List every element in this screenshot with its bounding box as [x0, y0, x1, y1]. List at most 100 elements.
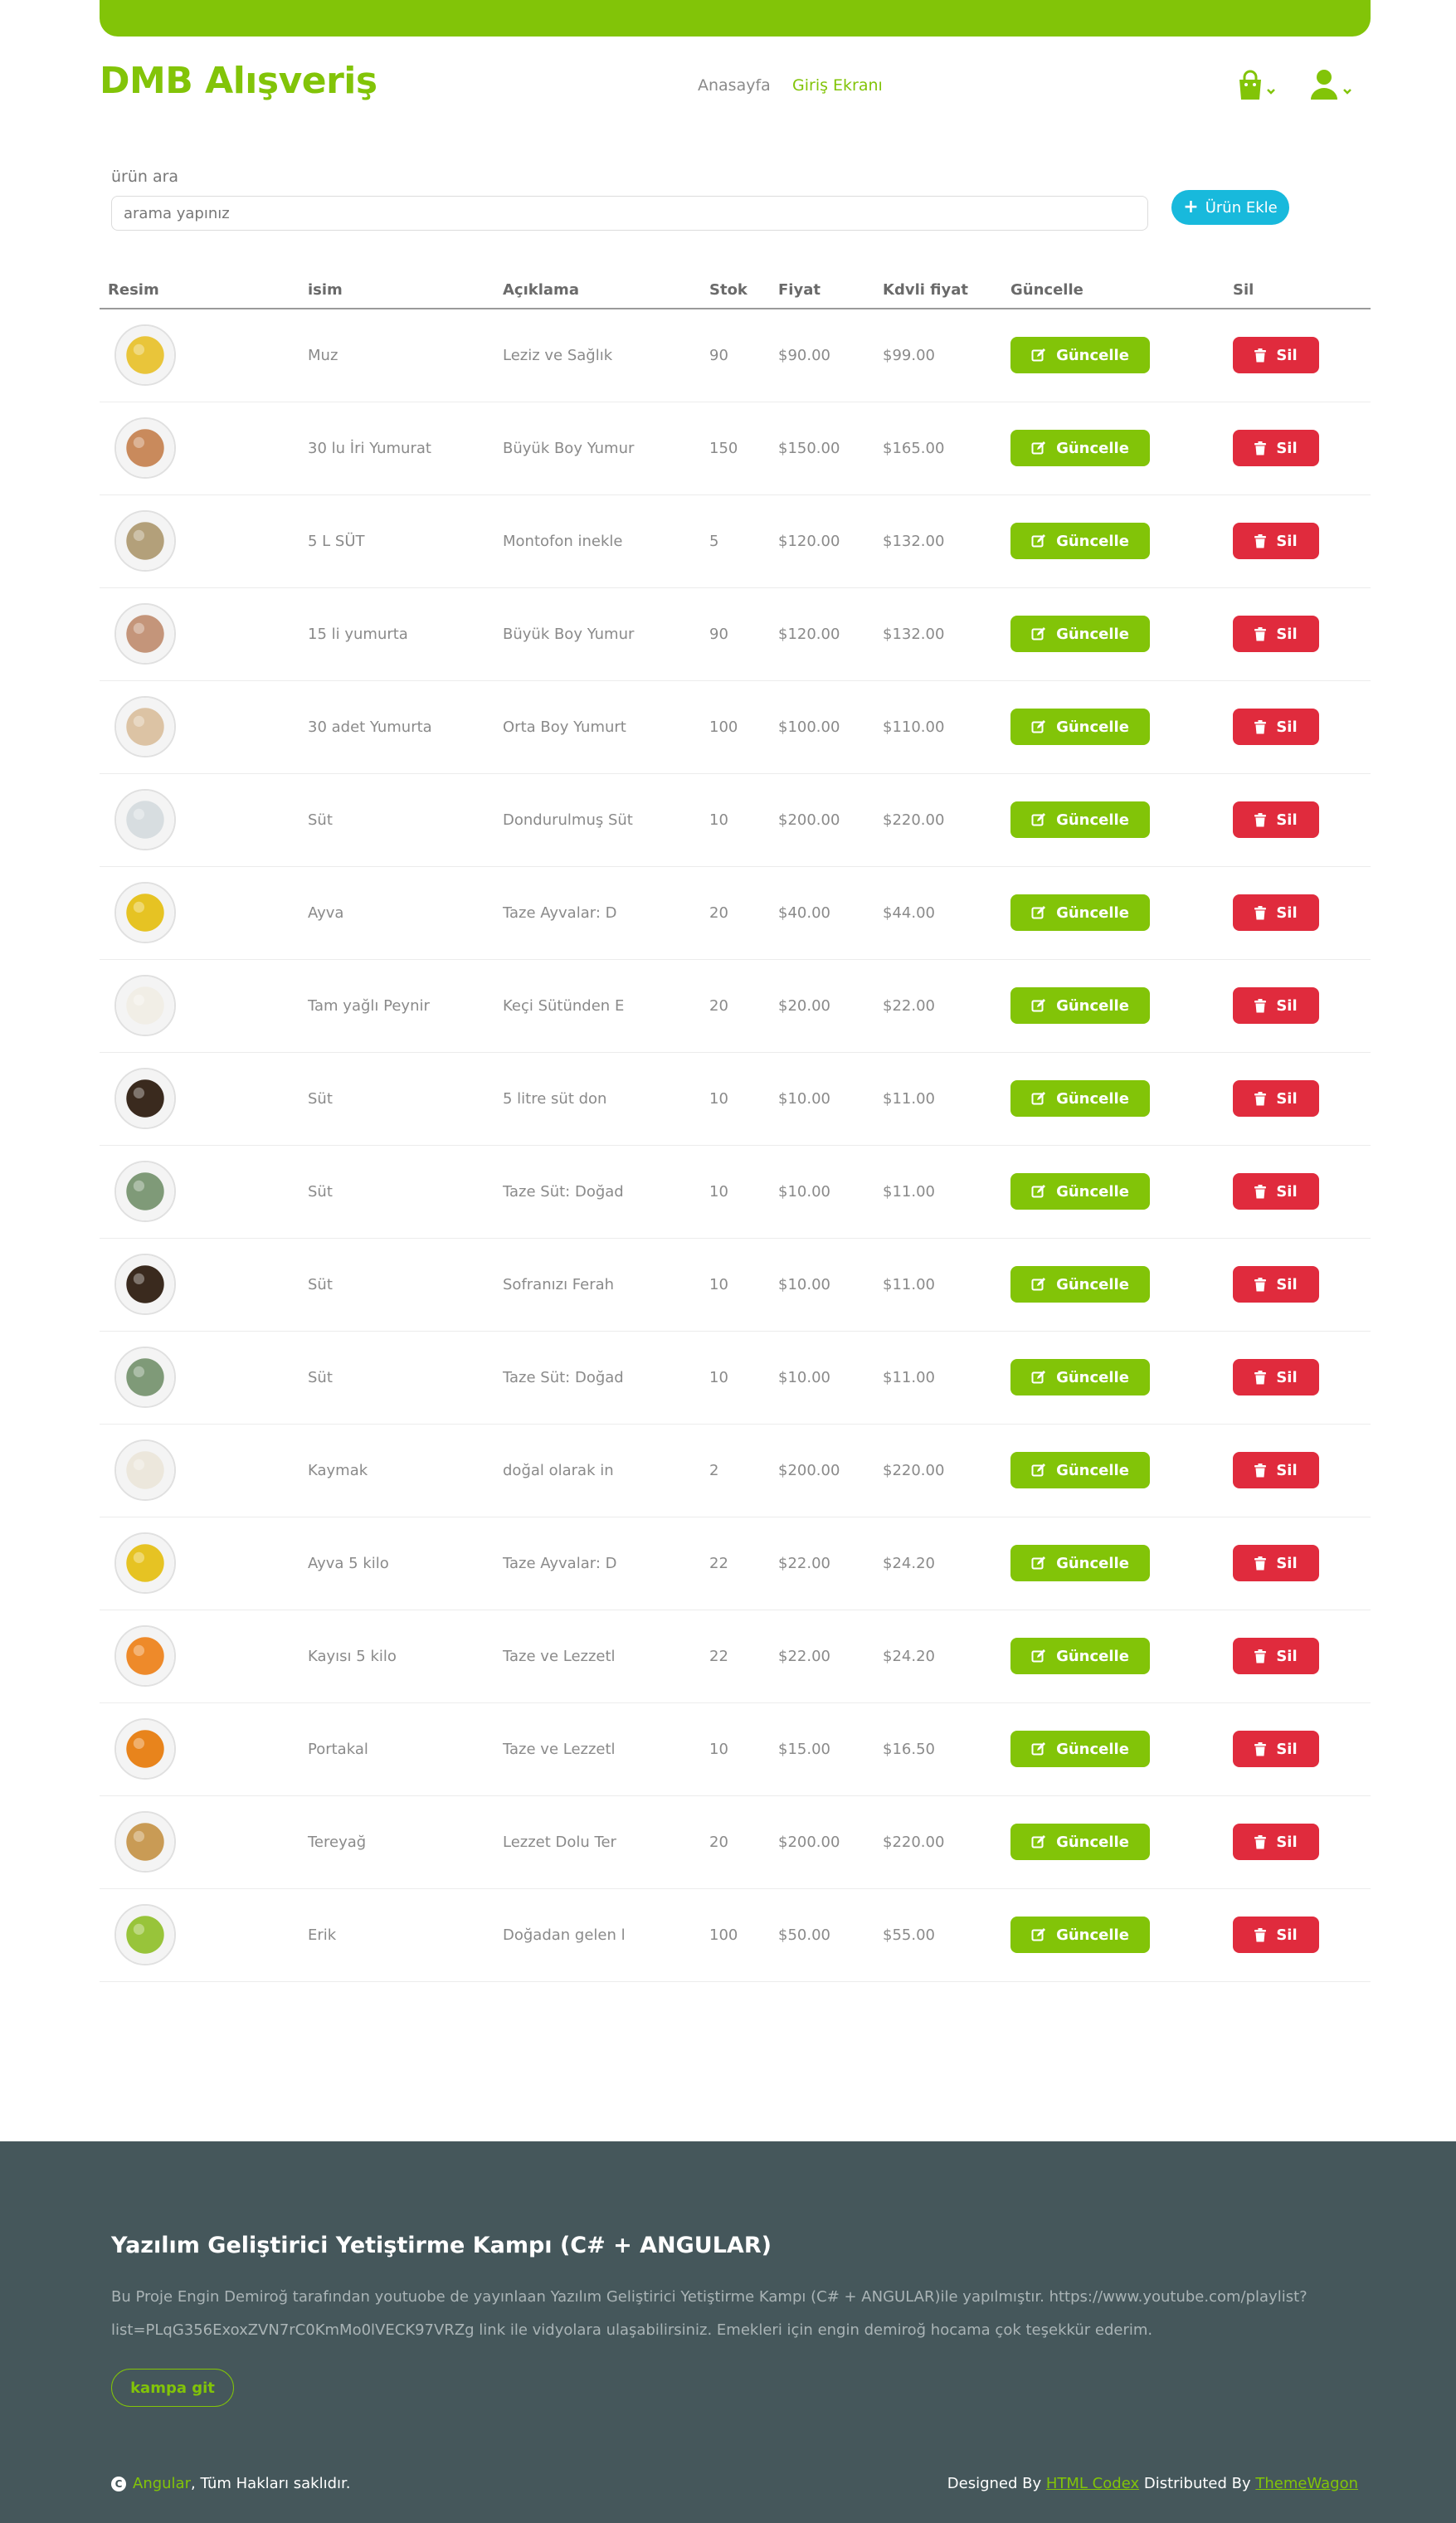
delete-label: Sil — [1276, 532, 1298, 550]
delete-button[interactable]: Sil — [1233, 430, 1319, 466]
product-vat-price: $55.00 — [874, 1888, 1002, 1982]
delete-cell: Sil — [1225, 1795, 1371, 1889]
product-price: $200.00 — [770, 773, 874, 867]
image-cell — [100, 1424, 299, 1517]
delete-button[interactable]: Sil — [1233, 894, 1319, 931]
delete-button[interactable]: Sil — [1233, 1545, 1319, 1581]
trash-icon — [1254, 905, 1267, 919]
delete-label: Sil — [1276, 718, 1298, 736]
product-vat-price: $132.00 — [874, 494, 1002, 588]
product-vat-price: $44.00 — [874, 866, 1002, 960]
update-button[interactable]: Güncelle — [1010, 1824, 1150, 1860]
delete-button[interactable]: Sil — [1233, 1638, 1319, 1674]
product-vat-price: $165.00 — [874, 402, 1002, 495]
footer: Yazılım Geliştirici Yetiştirme Kampı (C#… — [0, 2141, 1456, 2523]
trash-icon — [1254, 719, 1267, 733]
credits: Designed By HTML Codex Distributed By Th… — [947, 2475, 1358, 2492]
table-row: Kaymak doğal olarak in 2 $200.00 $220.00 Günc… — [100, 1424, 1371, 1517]
edit-icon — [1031, 999, 1046, 1012]
user-dropdown[interactable] — [1306, 66, 1356, 105]
update-button[interactable]: Güncelle — [1010, 801, 1150, 838]
update-button[interactable]: Güncelle — [1010, 616, 1150, 652]
image-cell — [100, 402, 299, 495]
delete-button[interactable]: Sil — [1233, 1917, 1319, 1953]
delete-button[interactable]: Sil — [1233, 1731, 1319, 1767]
designer-link[interactable]: HTML Codex — [1046, 2475, 1139, 2492]
delete-cell: Sil — [1225, 1610, 1371, 1703]
table-row: Süt 5 litre süt don 10 $10.00 $11.00 Güncelle… — [100, 1052, 1371, 1146]
delete-button[interactable]: Sil — [1233, 523, 1319, 559]
update-button[interactable]: Güncelle — [1010, 430, 1150, 466]
trash-icon — [1254, 1741, 1267, 1756]
update-cell: Güncelle — [1002, 1517, 1225, 1610]
delete-button[interactable]: Sil — [1233, 1266, 1319, 1303]
product-name: Muz — [299, 309, 494, 402]
delete-button[interactable]: Sil — [1233, 1824, 1319, 1860]
product-stock: 100 — [701, 680, 770, 774]
product-description: Dondurulmuş Süt — [494, 773, 701, 867]
table-row: 30 lu İri Yumurat Büyük Boy Yumur 150 $150.… — [100, 402, 1371, 495]
delete-button[interactable]: Sil — [1233, 1452, 1319, 1488]
delete-button[interactable]: Sil — [1233, 616, 1319, 652]
edit-icon — [1031, 348, 1046, 362]
edit-icon — [1031, 534, 1046, 548]
product-price: $22.00 — [770, 1517, 874, 1610]
update-label: Güncelle — [1056, 1461, 1129, 1479]
delete-button[interactable]: Sil — [1233, 801, 1319, 838]
update-button[interactable]: Güncelle — [1010, 1452, 1150, 1488]
brand-logo[interactable]: DMB Alışveriş — [100, 60, 377, 102]
update-button[interactable]: Güncelle — [1010, 337, 1150, 374]
trash-icon — [1254, 1091, 1267, 1105]
delete-button[interactable]: Sil — [1233, 337, 1319, 374]
product-image — [114, 1439, 176, 1501]
cart-dropdown[interactable] — [1231, 66, 1281, 105]
update-button[interactable]: Güncelle — [1010, 1731, 1150, 1767]
edit-icon — [1031, 627, 1046, 640]
table-row: Süt Dondurulmuş Süt 10 $200.00 $220.00 Güncel… — [100, 773, 1371, 867]
delete-button[interactable]: Sil — [1233, 987, 1319, 1024]
product-name: 15 li yumurta — [299, 587, 494, 681]
search-input[interactable] — [111, 196, 1148, 231]
copyright-link[interactable]: Angular — [133, 2475, 191, 2492]
search-label: ürün ara — [111, 168, 179, 186]
product-price: $90.00 — [770, 309, 874, 402]
update-button[interactable]: Güncelle — [1010, 1080, 1150, 1117]
trash-icon — [1254, 441, 1267, 455]
footer-title: Yazılım Geliştirici Yetiştirme Kampı (C#… — [111, 2233, 772, 2258]
delete-cell: Sil — [1225, 1145, 1371, 1239]
product-stock: 22 — [701, 1610, 770, 1703]
update-cell: Güncelle — [1002, 959, 1225, 1053]
update-button[interactable]: Güncelle — [1010, 1917, 1150, 1953]
update-button[interactable]: Güncelle — [1010, 709, 1150, 745]
update-label: Güncelle — [1056, 1089, 1129, 1108]
update-button[interactable]: Güncelle — [1010, 894, 1150, 931]
delete-button[interactable]: Sil — [1233, 1359, 1319, 1395]
update-button[interactable]: Güncelle — [1010, 1545, 1150, 1581]
camp-link-button[interactable]: kampa git — [111, 2369, 234, 2407]
update-cell: Güncelle — [1002, 587, 1225, 681]
delete-button[interactable]: Sil — [1233, 709, 1319, 745]
delete-cell: Sil — [1225, 309, 1371, 402]
update-button[interactable]: Güncelle — [1010, 523, 1150, 559]
trash-icon — [1254, 998, 1267, 1012]
edit-icon — [1031, 906, 1046, 919]
delete-button[interactable]: Sil — [1233, 1173, 1319, 1210]
update-button[interactable]: Güncelle — [1010, 1266, 1150, 1303]
product-price: $150.00 — [770, 402, 874, 495]
update-button[interactable]: Güncelle — [1010, 1638, 1150, 1674]
product-name: Süt — [299, 1145, 494, 1239]
update-button[interactable]: Güncelle — [1010, 1173, 1150, 1210]
update-button[interactable]: Güncelle — [1010, 987, 1150, 1024]
delete-button[interactable]: Sil — [1233, 1080, 1319, 1117]
update-label: Güncelle — [1056, 346, 1129, 364]
delete-label: Sil — [1276, 1089, 1298, 1108]
delete-label: Sil — [1276, 1833, 1298, 1851]
nav-login[interactable]: Giriş Ekranı — [792, 76, 883, 95]
update-button[interactable]: Güncelle — [1010, 1359, 1150, 1395]
product-stock: 20 — [701, 1795, 770, 1889]
nav-home[interactable]: Anasayfa — [698, 76, 771, 95]
product-image — [114, 696, 176, 757]
add-product-button[interactable]: + Ürün Ekle — [1171, 190, 1289, 225]
distributor-link[interactable]: ThemeWagon — [1255, 2475, 1358, 2492]
edit-icon — [1031, 1928, 1046, 1941]
